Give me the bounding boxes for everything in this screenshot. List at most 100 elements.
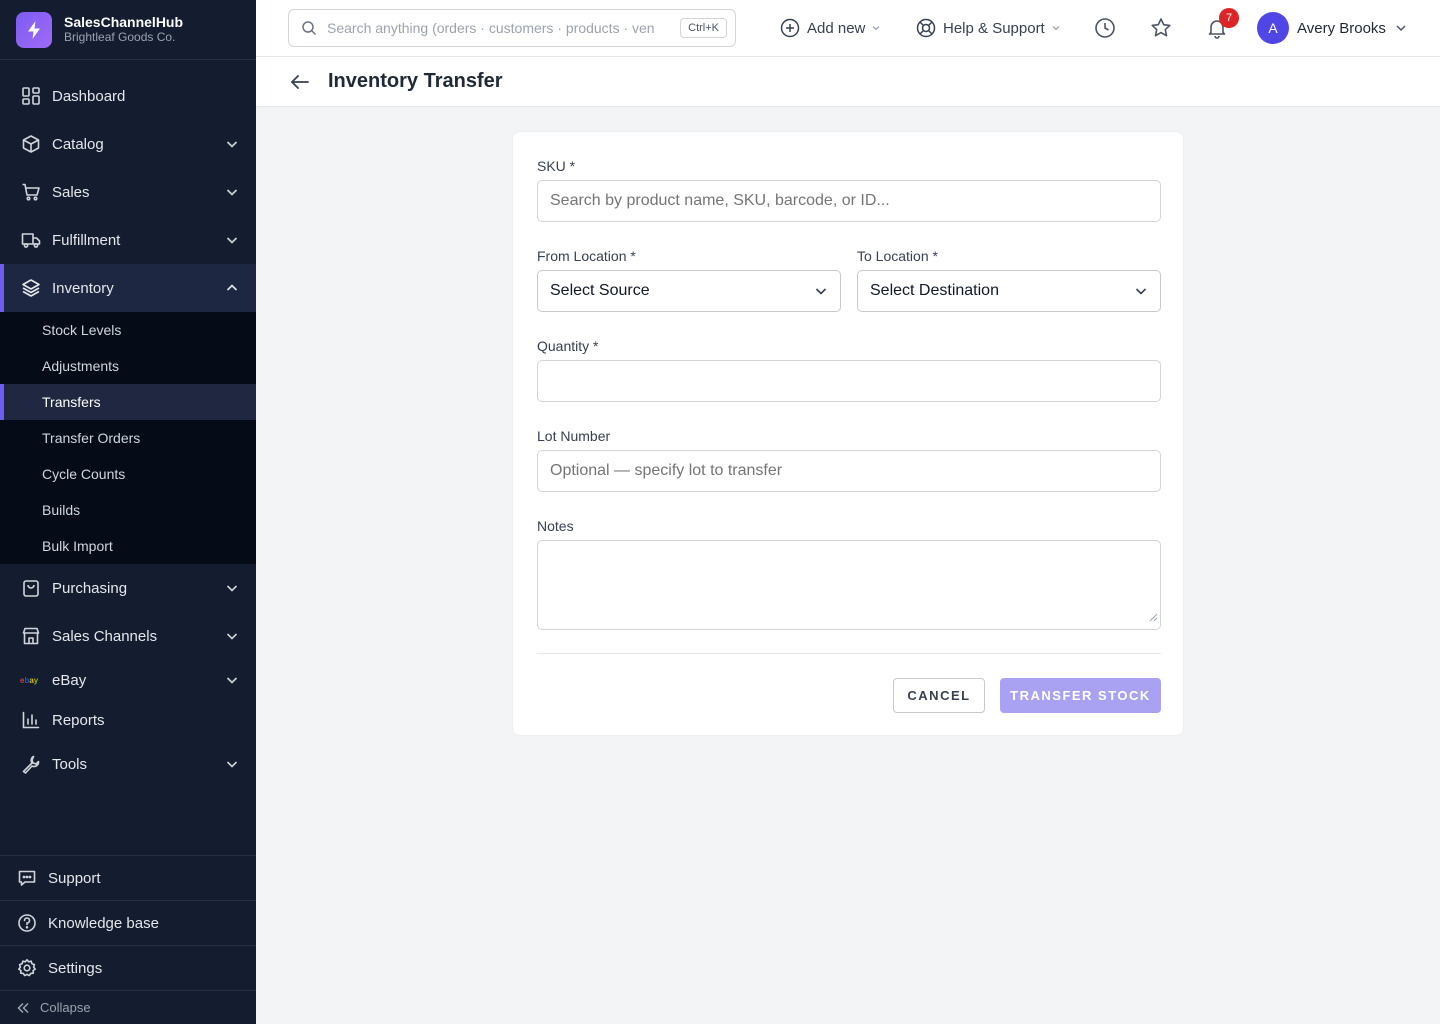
chevron-down-icon xyxy=(224,184,240,200)
sidebar-item-settings[interactable]: Settings xyxy=(0,946,256,991)
subnav-item-transfer-orders[interactable]: Transfer Orders xyxy=(0,420,256,456)
avatar: A xyxy=(1257,12,1289,44)
chevron-down-icon xyxy=(224,672,240,688)
notifications-button[interactable]: 7 xyxy=(1203,8,1239,42)
sidebar-item-catalog[interactable]: Catalog xyxy=(0,120,256,168)
from-location-label: From Location * xyxy=(537,248,636,264)
star-icon xyxy=(1150,17,1172,39)
subnav-item-stock-levels[interactable]: Stock Levels xyxy=(0,312,256,348)
bar-chart-icon xyxy=(20,709,42,731)
sidebar-item-label: Tools xyxy=(52,755,88,773)
sidebar-item-label: Sales Channels xyxy=(52,627,158,645)
global-search[interactable]: Search anything (orders · customers · pr… xyxy=(288,9,736,47)
sidebar-item-ebay[interactable]: ebay eBay xyxy=(0,660,256,700)
search-icon xyxy=(301,20,317,36)
shopping-bag-icon xyxy=(20,577,42,599)
help-circle-icon xyxy=(16,912,38,934)
notes-label: Notes xyxy=(537,518,574,534)
notification-count-badge: 7 xyxy=(1219,8,1239,28)
sidebar-item-sales-channels[interactable]: Sales Channels xyxy=(0,612,256,660)
chat-icon xyxy=(16,867,38,889)
from-location-select[interactable]: Select Source xyxy=(537,270,841,312)
sidebar-item-inventory[interactable]: Inventory xyxy=(0,264,256,312)
chevron-down-icon xyxy=(224,756,240,772)
chevron-up-icon xyxy=(224,280,240,296)
chevron-down-icon xyxy=(1134,284,1148,298)
subnav-item-cycle-counts[interactable]: Cycle Counts xyxy=(0,456,256,492)
layers-icon xyxy=(20,277,42,299)
page-title: Inventory Transfer xyxy=(328,70,503,92)
sku-search-input[interactable] xyxy=(537,180,1161,222)
chevron-down-icon xyxy=(1394,21,1408,35)
wrench-icon xyxy=(20,753,42,775)
notes-textarea[interactable] xyxy=(537,540,1161,630)
brand-header[interactable]: SalesChannelHub Brightleaf Goods Co. xyxy=(0,0,256,60)
add-new-button[interactable]: Add new xyxy=(780,14,881,42)
sidebar-item-label: eBay xyxy=(52,671,87,689)
form-divider xyxy=(537,653,1161,654)
chevron-down-icon xyxy=(814,284,828,298)
help-support-label: Help & Support xyxy=(943,19,1045,37)
lifebuoy-icon xyxy=(916,18,936,38)
sidebar-item-label: Catalog xyxy=(52,135,104,153)
back-button[interactable] xyxy=(288,70,312,94)
gear-icon xyxy=(16,957,38,979)
chevron-down-icon xyxy=(224,628,240,644)
sidebar-item-label: Support xyxy=(48,869,101,887)
user-menu[interactable]: A Avery Brooks xyxy=(1257,12,1408,44)
sidebar-item-label: Knowledge base xyxy=(48,914,159,932)
sidebar-item-sales[interactable]: Sales xyxy=(0,168,256,216)
plus-circle-icon xyxy=(780,18,800,38)
chevron-down-icon xyxy=(224,580,240,596)
subnav-item-builds[interactable]: Builds xyxy=(0,492,256,528)
cancel-button[interactable]: CANCEL xyxy=(893,678,985,713)
sidebar-item-label: Dashboard xyxy=(52,87,126,105)
resize-grip-icon[interactable] xyxy=(1149,609,1158,627)
sidebar-item-label: Sales xyxy=(52,183,90,201)
brand-org: Brightleaf Goods Co. xyxy=(64,29,176,44)
arrow-left-icon xyxy=(289,71,311,93)
subnav-item-adjustments[interactable]: Adjustments xyxy=(0,348,256,384)
add-new-label: Add new xyxy=(807,19,866,37)
sidebar-item-label: Fulfillment xyxy=(52,231,121,249)
sidebar-item-label: Reports xyxy=(52,711,105,729)
sidebar-item-label: Inventory xyxy=(52,279,114,297)
help-support-button[interactable]: Help & Support xyxy=(916,14,1061,42)
subnav-item-bulk-import[interactable]: Bulk Import xyxy=(0,528,256,564)
history-button[interactable] xyxy=(1091,14,1119,42)
sidebar-item-dashboard[interactable]: Dashboard xyxy=(0,72,256,120)
sidebar-item-knowledge-base[interactable]: Knowledge base xyxy=(0,901,256,946)
page-header: Inventory Transfer xyxy=(256,57,1440,107)
clock-icon xyxy=(1094,17,1116,39)
cart-icon xyxy=(20,181,42,203)
quantity-input[interactable] xyxy=(537,360,1161,402)
transfer-stock-button[interactable]: TRANSFER STOCK xyxy=(1000,678,1161,713)
collapse-label: Collapse xyxy=(40,1000,91,1015)
favorites-button[interactable] xyxy=(1147,14,1175,42)
sidebar-item-tools[interactable]: Tools xyxy=(0,740,256,788)
to-location-select[interactable]: Select Destination xyxy=(857,270,1161,312)
quantity-label: Quantity * xyxy=(537,338,599,354)
search-placeholder: Search anything (orders · customers · pr… xyxy=(327,20,655,36)
chevron-down-icon xyxy=(871,23,881,33)
subnav-item-transfers[interactable]: Transfers xyxy=(0,384,256,420)
sidebar-item-support[interactable]: Support xyxy=(0,856,256,901)
sidebar-item-purchasing[interactable]: Purchasing xyxy=(0,564,256,612)
chevron-down-icon xyxy=(224,136,240,152)
truck-icon xyxy=(20,229,42,251)
sidebar-item-label: Settings xyxy=(48,959,103,977)
sidebar-item-fulfillment[interactable]: Fulfillment xyxy=(0,216,256,264)
sidebar-item-reports[interactable]: Reports xyxy=(0,700,256,740)
lot-number-label: Lot Number xyxy=(537,428,611,444)
sidebar-collapse-button[interactable]: Collapse xyxy=(0,991,256,1024)
dashboard-icon xyxy=(20,85,42,107)
lot-number-input[interactable] xyxy=(537,450,1161,492)
user-name: Avery Brooks xyxy=(1297,19,1386,37)
inventory-subnav: Stock Levels Adjustments Transfers Trans… xyxy=(0,312,256,564)
store-icon xyxy=(20,625,42,647)
transfer-form-card: SKU * From Location * Select Source To L… xyxy=(512,131,1184,736)
svg-text:ebay: ebay xyxy=(20,676,39,685)
chevron-down-icon xyxy=(1051,23,1061,33)
to-location-label: To Location * xyxy=(857,248,938,264)
search-shortcut-hint: Ctrl+K xyxy=(680,18,727,38)
